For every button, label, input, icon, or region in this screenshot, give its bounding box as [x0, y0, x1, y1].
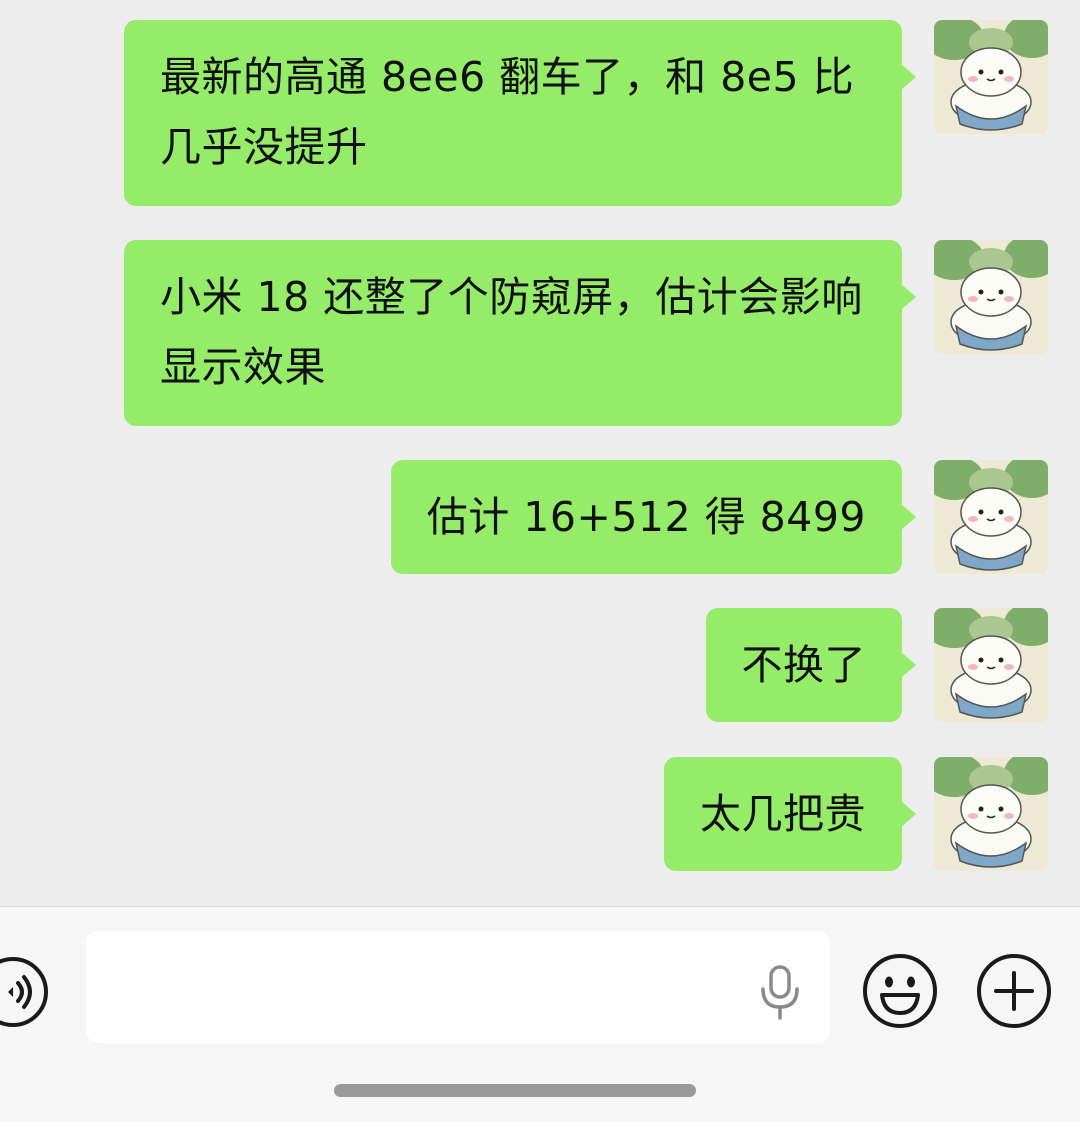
message-row: 小米 18 还整了个防窥屏，估计会影响显示效果 [124, 240, 1048, 426]
message-text: 小米 18 还整了个防窥屏，估计会影响显示效果 [160, 273, 863, 391]
message-text: 太几把贵 [700, 790, 866, 838]
message-row: 估计 16+512 得 8499 [390, 460, 1048, 574]
avatar[interactable] [934, 608, 1048, 722]
message-row: 不换了 [705, 608, 1048, 722]
voice-icon[interactable] [0, 957, 48, 1027]
chat-input-bar [0, 906, 1080, 1122]
microphone-icon[interactable] [758, 965, 802, 1021]
message-bubble[interactable]: 小米 18 还整了个防窥屏，估计会影响显示效果 [124, 240, 916, 426]
avatar[interactable] [934, 240, 1048, 354]
plus-icon[interactable] [976, 953, 1052, 1029]
message-bubble[interactable]: 最新的高通 8ee6 翻车了，和 8e5 比几乎没提升 [124, 20, 916, 206]
message-bubble[interactable]: 估计 16+512 得 8499 [390, 460, 917, 574]
home-indicator[interactable] [334, 1084, 696, 1097]
chat-message-list[interactable]: 最新的高通 8ee6 翻车了，和 8e5 比几乎没提升 小米 18 还整了个防窥… [0, 0, 1080, 906]
message-row: 最新的高通 8ee6 翻车了，和 8e5 比几乎没提升 [124, 20, 1048, 206]
message-bubble[interactable]: 不换了 [705, 608, 916, 722]
message-text: 不换了 [741, 641, 866, 689]
avatar[interactable] [934, 460, 1048, 574]
message-text: 最新的高通 8ee6 翻车了，和 8e5 比几乎没提升 [160, 53, 855, 171]
emoji-icon[interactable] [862, 953, 938, 1029]
message-row: 太几把贵 [664, 757, 1048, 871]
message-bubble[interactable]: 太几把贵 [664, 757, 916, 871]
avatar[interactable] [934, 20, 1048, 134]
message-input[interactable] [86, 931, 830, 1043]
avatar[interactable] [934, 757, 1048, 871]
message-text: 估计 16+512 得 8499 [426, 493, 866, 541]
